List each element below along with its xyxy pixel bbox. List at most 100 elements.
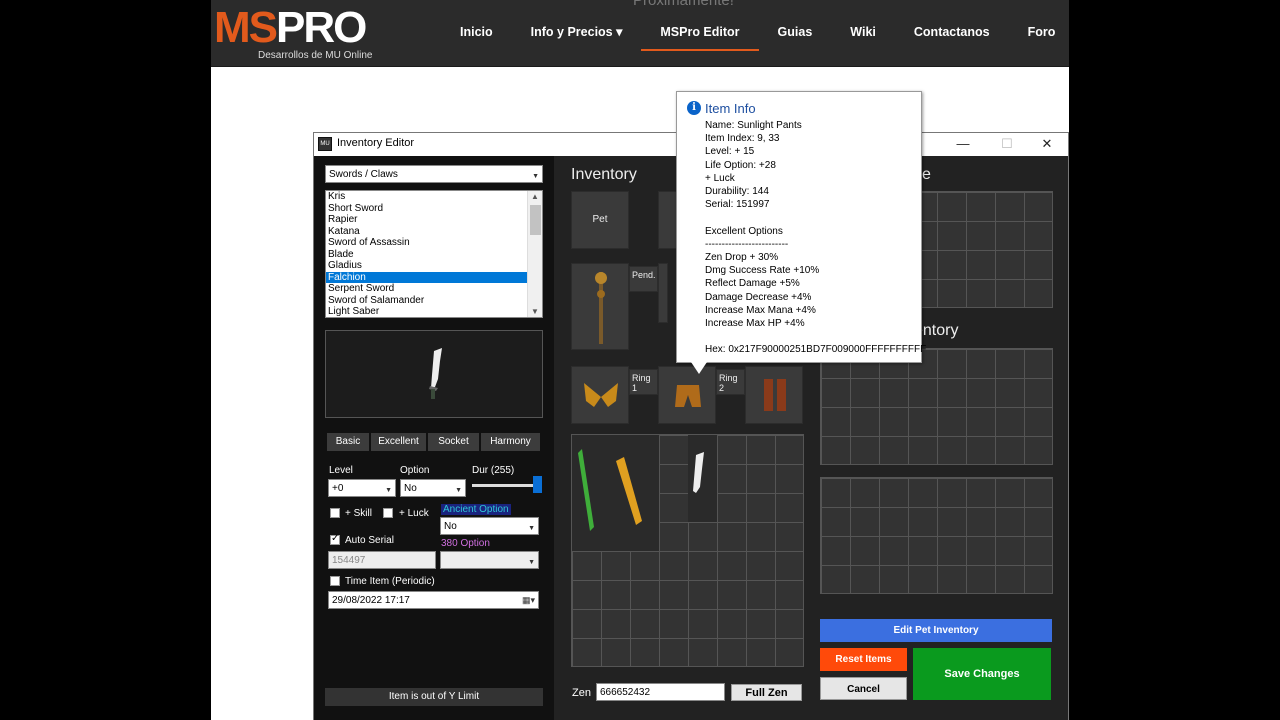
slot-pendant-label: Pend.: [632, 270, 656, 280]
category-select[interactable]: Swords / Claws ▼: [325, 165, 543, 183]
item-listbox[interactable]: Kris Short Sword Rapier Katana Sword of Assa…: [325, 190, 543, 318]
list-item[interactable]: Gladius: [326, 260, 527, 272]
cancel-button[interactable]: Cancel: [820, 677, 907, 700]
luck-checkbox[interactable]: [383, 508, 393, 518]
list-item[interactable]: Short Sword: [326, 203, 527, 215]
slot-ring-2[interactable]: Ring 2: [716, 369, 745, 395]
time-item-label: Time Item (Periodic): [345, 576, 435, 587]
tab-harmony[interactable]: Harmony: [481, 433, 540, 451]
slot-pet[interactable]: Pet: [571, 191, 629, 249]
chevron-down-icon: ▼: [528, 559, 535, 566]
slot-ring-2-label: Ring 2: [719, 373, 738, 393]
tooltip-tail: [691, 362, 707, 374]
save-changes-button[interactable]: Save Changes: [913, 648, 1051, 700]
tab-socket[interactable]: Socket: [428, 433, 479, 451]
list-item[interactable]: Rapier: [326, 214, 527, 226]
tab-excellent[interactable]: Excellent: [371, 433, 426, 451]
nav-inicio[interactable]: Inicio: [441, 0, 512, 67]
close-button[interactable]: ✕: [1026, 133, 1068, 156]
date-picker[interactable]: 29/08/2022 17:17 ▦▾: [328, 591, 539, 609]
info-icon: i: [687, 101, 701, 115]
option-select[interactable]: No ▼: [400, 479, 466, 497]
level-select[interactable]: +0 ▼: [328, 479, 396, 497]
zen-label: Zen: [572, 687, 591, 699]
nav-info-precios[interactable]: Info y Precios ▾: [512, 0, 642, 67]
nav-contactanos[interactable]: Contactanos: [895, 0, 1009, 67]
status-bar: Item is out of Y Limit: [325, 688, 543, 706]
inventory-grid[interactable]: [571, 434, 804, 667]
full-zen-button[interactable]: Full Zen: [731, 684, 802, 701]
list-item[interactable]: Sword of Assassin: [326, 237, 527, 249]
skill-label: + Skill: [345, 508, 372, 519]
option-380-label: 380 Option: [441, 538, 490, 549]
auto-serial-label: Auto Serial: [345, 535, 394, 546]
auto-serial-checkbox[interactable]: [330, 533, 340, 545]
inventory-title: Inventory: [571, 166, 637, 183]
scroll-down-icon[interactable]: ▼: [531, 307, 539, 316]
chevron-down-icon: ▼: [532, 173, 539, 180]
option-380-select[interactable]: ▼: [440, 551, 539, 569]
ancient-option-select[interactable]: No ▼: [440, 517, 539, 535]
minimize-button[interactable]: —: [942, 133, 984, 156]
level-value: +0: [332, 483, 344, 494]
nav-guias[interactable]: Guias: [759, 0, 832, 67]
slot-wings[interactable]: [571, 366, 629, 424]
scroll-up-icon[interactable]: ▲: [531, 192, 539, 201]
slot-pendant[interactable]: Pend.: [629, 266, 658, 292]
list-item[interactable]: Sword of Salamander: [326, 295, 527, 307]
boots-icon: [764, 379, 786, 411]
site-header: Proximamente! MSPRO Desarrollos de MU On…: [211, 0, 1069, 67]
logo-subtitle: Desarrollos de MU Online: [258, 50, 373, 61]
logo-pro: PRO: [276, 3, 367, 52]
mspro-logo[interactable]: MSPRO Desarrollos de MU Online: [214, 3, 373, 62]
list-scrollbar[interactable]: ▲ ▼: [527, 191, 542, 317]
slot-ring-1-label: Ring 1: [632, 373, 651, 393]
staff-icon: [595, 272, 607, 344]
list-item[interactable]: Katana: [326, 226, 527, 238]
ancient-option-label: Ancient Option: [441, 504, 511, 515]
ancient-option-value: No: [444, 521, 457, 532]
list-item[interactable]: Light Saber: [326, 306, 527, 317]
slot-boots[interactable]: [745, 366, 803, 424]
skill-checkbox[interactable]: [330, 508, 340, 518]
option-value: No: [404, 483, 417, 494]
edit-pet-inventory-button[interactable]: Edit Pet Inventory: [820, 619, 1052, 642]
list-item[interactable]: Blade: [326, 249, 527, 261]
slot-ring-1[interactable]: Ring 1: [629, 369, 658, 395]
slider-knob[interactable]: [533, 476, 542, 493]
logo-ms: MS: [214, 3, 278, 52]
scroll-thumb[interactable]: [530, 205, 541, 235]
list-item[interactable]: Serpent Sword: [326, 283, 527, 295]
wings-icon: [584, 383, 618, 407]
left-panel: Swords / Claws ▼ Kris Short Sword Rapier Ka…: [314, 156, 554, 720]
maximize-button[interactable]: ☐: [986, 133, 1028, 156]
option-tabs: Basic Excellent Socket Harmony: [327, 433, 540, 451]
nav-foro[interactable]: Foro: [1009, 0, 1069, 67]
pants-icon: [675, 385, 701, 407]
calendar-icon[interactable]: ▦▾: [522, 594, 535, 607]
tooltip-title: Item Info: [705, 101, 756, 116]
inventory-items: [572, 435, 717, 551]
level-label: Level: [329, 465, 353, 476]
extended-inventory-grid-2[interactable]: [820, 477, 1053, 594]
serial-input[interactable]: 154497: [328, 551, 436, 569]
nav-mspro-editor[interactable]: MSPro Editor: [641, 0, 759, 67]
chevron-down-icon: ▼: [455, 487, 462, 494]
falchion-sword-icon: [429, 348, 442, 399]
nav-wiki[interactable]: Wiki: [831, 0, 895, 67]
zen-input[interactable]: 666652432: [596, 683, 725, 701]
time-item-checkbox[interactable]: [330, 576, 340, 586]
item-preview: [325, 330, 543, 418]
list-item[interactable]: Falchion: [326, 271, 527, 283]
chevron-down-icon: ▼: [528, 525, 535, 532]
slot-armor[interactable]: [658, 263, 668, 323]
list-item[interactable]: Kris: [326, 191, 527, 203]
slot-pants[interactable]: [658, 366, 716, 424]
chevron-down-icon: ▼: [385, 487, 392, 494]
extended-inventory-grid-1[interactable]: [820, 348, 1053, 465]
slot-weapon-left[interactable]: [571, 263, 629, 350]
durability-slider[interactable]: [472, 476, 542, 493]
tab-basic[interactable]: Basic: [327, 433, 369, 451]
slot-pet-label: Pet: [592, 214, 608, 225]
reset-items-button[interactable]: Reset Items: [820, 648, 907, 671]
